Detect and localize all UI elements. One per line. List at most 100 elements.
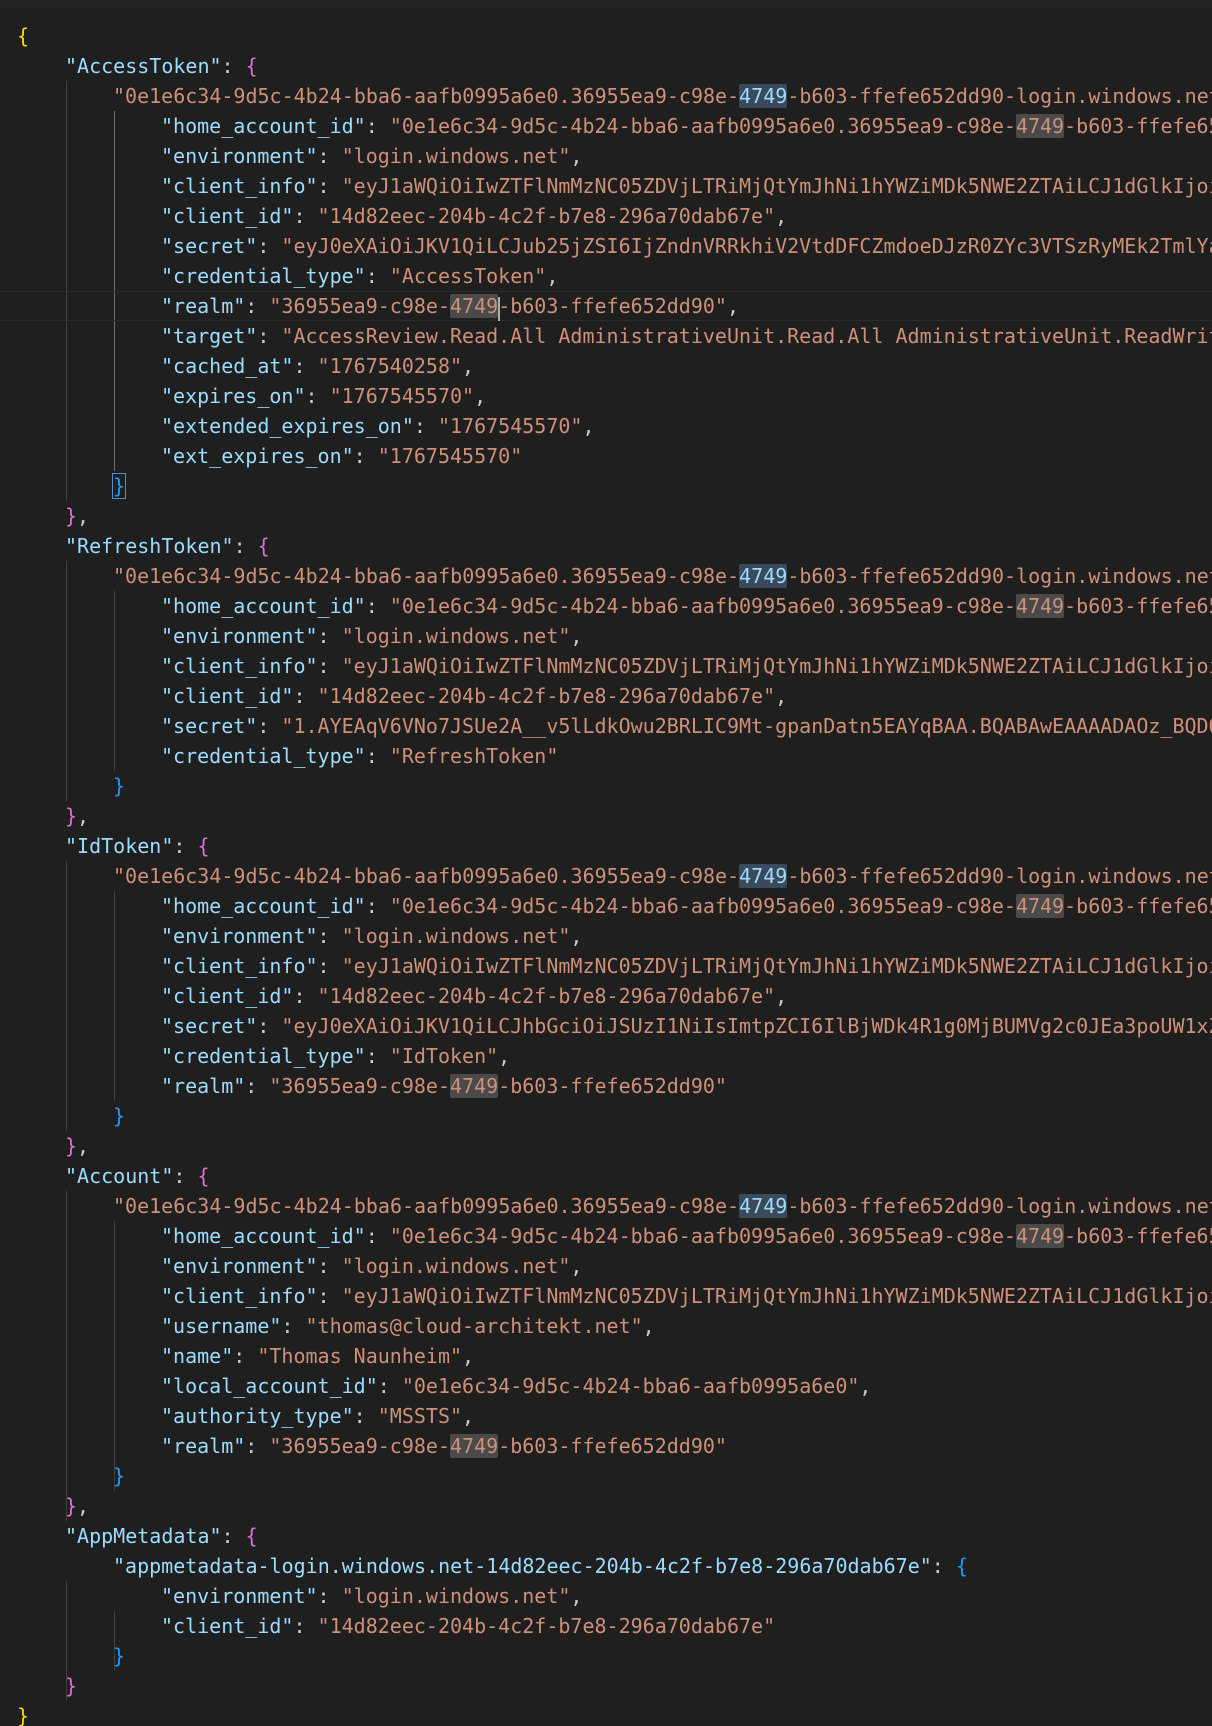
code-line[interactable]: "extended_expires_on": "1767545570", xyxy=(0,411,595,441)
json-punctuation: : xyxy=(317,144,342,168)
code-line[interactable]: "environment": "login.windows.net", xyxy=(0,621,582,651)
code-line[interactable]: "home_account_id": "0e1e6c34-9d5c-4b24-b… xyxy=(0,891,1212,921)
code-line[interactable]: { xyxy=(0,21,29,51)
json-punctuation: , xyxy=(775,684,788,708)
code-line[interactable]: "local_account_id": "0e1e6c34-9d5c-4b24-… xyxy=(0,1371,871,1401)
json-punctuation: : xyxy=(245,294,270,318)
code-line[interactable]: } xyxy=(0,1671,77,1701)
json-key: "realm" xyxy=(161,1074,246,1098)
json-punctuation: , xyxy=(462,1344,475,1368)
brace: } xyxy=(113,774,126,798)
code-line[interactable]: } xyxy=(0,1641,125,1671)
brace: } xyxy=(113,1104,126,1128)
code-line[interactable]: } xyxy=(0,471,127,501)
json-punctuation: : xyxy=(413,414,438,438)
code-line[interactable]: } xyxy=(0,771,125,801)
code-line[interactable]: "IdToken": { xyxy=(0,831,210,861)
brace: } xyxy=(65,804,78,828)
code-line[interactable]: "client_info": "eyJ1aWQiOiIwZTFlNmMzNC05… xyxy=(0,1281,1212,1311)
json-key: "name" xyxy=(161,1344,234,1368)
json-key: "client_info" xyxy=(161,174,318,198)
code-line[interactable]: "ext_expires_on": "1767545570" xyxy=(0,441,522,471)
brace: { xyxy=(197,834,210,858)
code-line[interactable]: "client_id": "14d82eec-204b-4c2f-b7e8-29… xyxy=(0,201,787,231)
json-string: "eyJ1aWQiOiIwZTFlNmMzNC05ZDVjLTRiMjQtYmJ… xyxy=(341,174,1212,198)
json-punctuation: : xyxy=(233,534,258,558)
json-punctuation: : xyxy=(317,1584,342,1608)
code-line[interactable]: "environment": "login.windows.net", xyxy=(0,921,582,951)
json-key: "cached_at" xyxy=(161,354,294,378)
code-line[interactable]: "secret": "eyJ0eXAiOiJKV1QiLCJhbGciOiJSU… xyxy=(0,1011,1212,1041)
code-line[interactable]: "name": "Thomas Naunheim", xyxy=(0,1341,474,1371)
json-key: "credential_type" xyxy=(161,1044,366,1068)
code-line[interactable]: "authority_type": "MSSTS", xyxy=(0,1401,474,1431)
code-line[interactable]: }, xyxy=(0,801,89,831)
json-string: "eyJ1aWQiOiIwZTFlNmMzNC05ZDVjLTRiMjQtYmJ… xyxy=(341,1284,1212,1308)
json-code-editor[interactable]: {"AccessToken": {"0e1e6c34-9d5c-4b24-bba… xyxy=(0,8,1212,1726)
code-line[interactable]: "realm": "36955ea9-c98e-4749-b603-ffefe6… xyxy=(0,1431,727,1461)
code-line[interactable]: "environment": "login.windows.net", xyxy=(0,1251,582,1281)
code-line[interactable]: "0e1e6c34-9d5c-4b24-bba6-aafb0995a6e0.36… xyxy=(0,861,1212,891)
json-punctuation: : xyxy=(173,1164,198,1188)
code-line[interactable]: "Account": { xyxy=(0,1161,210,1191)
json-string: "0e1e6c34-9d5c-4b24-bba6-aafb0995a6e0.36… xyxy=(389,594,1016,618)
code-line[interactable]: } xyxy=(0,1701,29,1726)
code-line[interactable]: "credential_type": "RefreshToken" xyxy=(0,741,558,771)
code-line[interactable]: "RefreshToken": { xyxy=(0,531,270,561)
code-line[interactable]: "home_account_id": "0e1e6c34-9d5c-4b24-b… xyxy=(0,1221,1212,1251)
code-line[interactable]: "home_account_id": "0e1e6c34-9d5c-4b24-b… xyxy=(0,591,1212,621)
code-line[interactable]: "secret": "1.AYEAqV6VNo7JSUe2A__v5lLdkOw… xyxy=(0,711,1212,741)
code-line[interactable]: "client_id": "14d82eec-204b-4c2f-b7e8-29… xyxy=(0,681,787,711)
code-line[interactable]: "client_info": "eyJ1aWQiOiIwZTFlNmMzNC05… xyxy=(0,171,1212,201)
json-key: "RefreshToken" xyxy=(65,534,234,558)
json-punctuation: : xyxy=(365,744,390,768)
json-string: "eyJ1aWQiOiIwZTFlNmMzNC05ZDVjLTRiMjQtYmJ… xyxy=(341,954,1212,978)
search-match: 4749 xyxy=(450,1434,499,1458)
code-line[interactable]: "0e1e6c34-9d5c-4b24-bba6-aafb0995a6e0.36… xyxy=(0,561,1212,591)
code-line[interactable]: "cached_at": "1767540258", xyxy=(0,351,474,381)
code-line[interactable]: "appmetadata-login.windows.net-14d82eec-… xyxy=(0,1551,968,1581)
code-line[interactable]: "expires_on": "1767545570", xyxy=(0,381,486,411)
search-match: 4749 xyxy=(1015,1224,1065,1248)
code-line[interactable]: "AppMetadata": { xyxy=(0,1521,258,1551)
json-punctuation: , xyxy=(726,294,740,318)
code-line[interactable]: } xyxy=(0,1101,125,1131)
code-line[interactable]: "0e1e6c34-9d5c-4b24-bba6-aafb0995a6e0.36… xyxy=(0,81,1212,111)
code-line[interactable]: "environment": "login.windows.net", xyxy=(0,1581,582,1611)
json-key: "environment" xyxy=(161,1254,318,1278)
code-line[interactable]: }, xyxy=(0,501,89,531)
json-key: "client_info" xyxy=(161,654,318,678)
json-key: "client_info" xyxy=(161,1284,318,1308)
code-line[interactable]: "client_info": "eyJ1aWQiOiIwZTFlNmMzNC05… xyxy=(0,651,1212,681)
json-key: "client_id" xyxy=(161,1614,294,1638)
json-punctuation: , xyxy=(498,1044,511,1068)
search-match: 4749 xyxy=(739,1194,788,1218)
code-line[interactable]: "client_id": "14d82eec-204b-4c2f-b7e8-29… xyxy=(0,981,787,1011)
code-line[interactable]: "AccessToken": { xyxy=(0,51,258,81)
code-line[interactable]: "realm": "36955ea9-c98e-4749-b603-ffefe6… xyxy=(0,1071,727,1101)
json-punctuation: , xyxy=(546,264,559,288)
json-string: "login.windows.net" xyxy=(341,144,571,168)
json-punctuation: , xyxy=(77,504,90,528)
code-line[interactable]: }, xyxy=(0,1131,89,1161)
code-line[interactable]: "environment": "login.windows.net", xyxy=(0,141,582,171)
json-string: "login.windows.net" xyxy=(341,1584,571,1608)
code-line[interactable]: "client_id": "14d82eec-204b-4c2f-b7e8-29… xyxy=(0,1611,775,1641)
json-punctuation: : xyxy=(245,1434,270,1458)
code-line[interactable]: "credential_type": "IdToken", xyxy=(0,1041,510,1071)
json-string: "0e1e6c34-9d5c-4b24-bba6-aafb0995a6e0.36… xyxy=(113,1194,740,1218)
code-line[interactable]: } xyxy=(0,1461,125,1491)
code-line[interactable]: "target": "AccessReview.Read.All Adminis… xyxy=(0,321,1212,351)
code-line[interactable]: "secret": "eyJ0eXAiOiJKV1QiLCJub25jZSI6I… xyxy=(0,231,1212,261)
json-key: "ext_expires_on" xyxy=(161,444,354,468)
code-line[interactable]: "credential_type": "AccessToken", xyxy=(0,261,558,291)
json-key: "target" xyxy=(161,324,258,348)
code-line[interactable]: "client_info": "eyJ1aWQiOiIwZTFlNmMzNC05… xyxy=(0,951,1212,981)
json-punctuation: , xyxy=(77,804,90,828)
code-line[interactable]: "0e1e6c34-9d5c-4b24-bba6-aafb0995a6e0.36… xyxy=(0,1191,1212,1221)
code-line[interactable]: "username": "thomas@cloud-architekt.net"… xyxy=(0,1311,655,1341)
code-line-current[interactable]: "realm": "36955ea9-c98e-4749-b603-ffefe6… xyxy=(0,291,1212,321)
json-punctuation: , xyxy=(582,414,595,438)
code-line[interactable]: "home_account_id": "0e1e6c34-9d5c-4b24-b… xyxy=(0,111,1212,141)
code-line[interactable]: }, xyxy=(0,1491,89,1521)
